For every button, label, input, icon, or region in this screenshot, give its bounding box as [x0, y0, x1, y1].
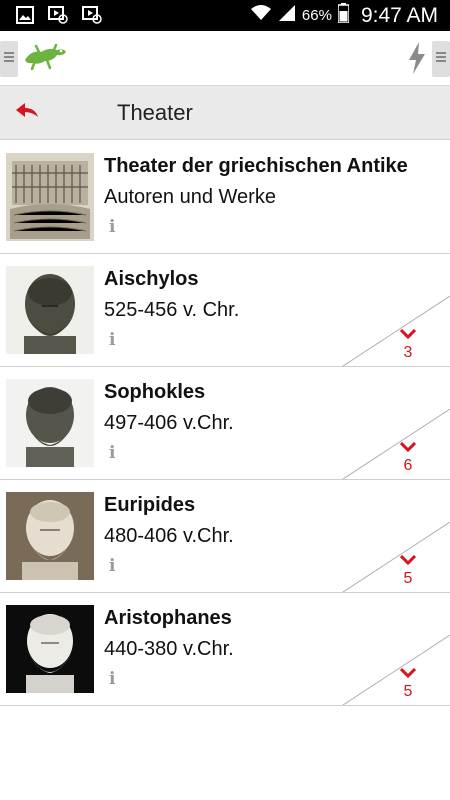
expand-button[interactable]: 3 — [393, 326, 423, 361]
app-toolbar — [0, 31, 450, 86]
list-item[interactable]: Theater der griechischen Antike Autoren … — [0, 141, 450, 254]
item-title: Aristophanes — [104, 607, 232, 629]
lizard-logo-icon[interactable] — [23, 42, 67, 77]
expand-button[interactable]: 6 — [393, 439, 423, 474]
bust-image — [6, 605, 94, 693]
item-subtitle: 497-406 v.Chr. — [104, 412, 234, 434]
item-title: Theater der griechischen Antike — [104, 155, 408, 177]
left-drawer-handle[interactable] — [0, 41, 18, 77]
page-title: Theater — [117, 100, 193, 125]
item-subtitle: 480-406 v.Chr. — [104, 525, 234, 547]
item-subtitle: 525-456 v. Chr. — [104, 299, 240, 321]
list-item[interactable]: Sophokles 497-406 v.Chr. i 6 — [0, 367, 450, 480]
image-notification-icon — [16, 6, 34, 29]
works-count: 3 — [403, 344, 413, 361]
chevron-down-icon — [399, 665, 417, 682]
author-list: Theater der griechischen Antike Autoren … — [0, 141, 450, 706]
info-icon[interactable]: i — [109, 556, 115, 576]
info-icon[interactable]: i — [109, 669, 115, 689]
battery-icon — [337, 3, 350, 28]
right-drawer-handle[interactable] — [432, 41, 450, 77]
info-icon[interactable]: i — [109, 217, 115, 237]
wifi-icon — [250, 4, 272, 27]
signal-icon — [278, 4, 296, 27]
list-item[interactable]: Euripides 480-406 v.Chr. i 5 — [0, 480, 450, 593]
chevron-down-icon — [399, 326, 417, 343]
video-email-notification-icon — [82, 6, 102, 29]
item-subtitle: Autoren und Werke — [104, 186, 276, 208]
chevron-down-icon — [399, 439, 417, 456]
notification-icons — [16, 6, 102, 29]
bust-image — [6, 379, 94, 467]
item-title: Aischylos — [104, 268, 199, 290]
works-count: 5 — [403, 683, 413, 700]
list-item[interactable]: Aristophanes 440-380 v.Chr. i 5 — [0, 593, 450, 706]
battery-percent: 66% — [301, 7, 332, 24]
item-title: Euripides — [104, 494, 196, 516]
menu-icon — [436, 50, 446, 68]
theater-engraving-image — [6, 153, 94, 241]
back-arrow-icon — [16, 102, 40, 124]
video-email-notification-icon — [48, 6, 68, 29]
status-bar: 66% 9:47 AM — [0, 0, 450, 31]
back-button[interactable] — [14, 101, 42, 125]
works-count: 6 — [403, 457, 413, 474]
expand-button[interactable]: 5 — [393, 665, 423, 700]
works-count: 5 — [403, 570, 413, 587]
clock: 9:47 AM — [360, 3, 438, 27]
item-subtitle: 440-380 v.Chr. — [104, 638, 234, 660]
section-header: Theater — [0, 86, 450, 140]
list-item[interactable]: Aischylos 525-456 v. Chr. i 3 — [0, 254, 450, 367]
menu-icon — [4, 50, 14, 68]
info-icon[interactable]: i — [109, 330, 115, 350]
bust-image — [6, 266, 94, 354]
lightning-icon[interactable] — [408, 42, 426, 79]
item-title: Sophokles — [104, 381, 206, 403]
expand-button[interactable]: 5 — [393, 552, 423, 587]
info-icon[interactable]: i — [109, 443, 115, 463]
bust-image — [6, 492, 94, 580]
chevron-down-icon — [399, 552, 417, 569]
